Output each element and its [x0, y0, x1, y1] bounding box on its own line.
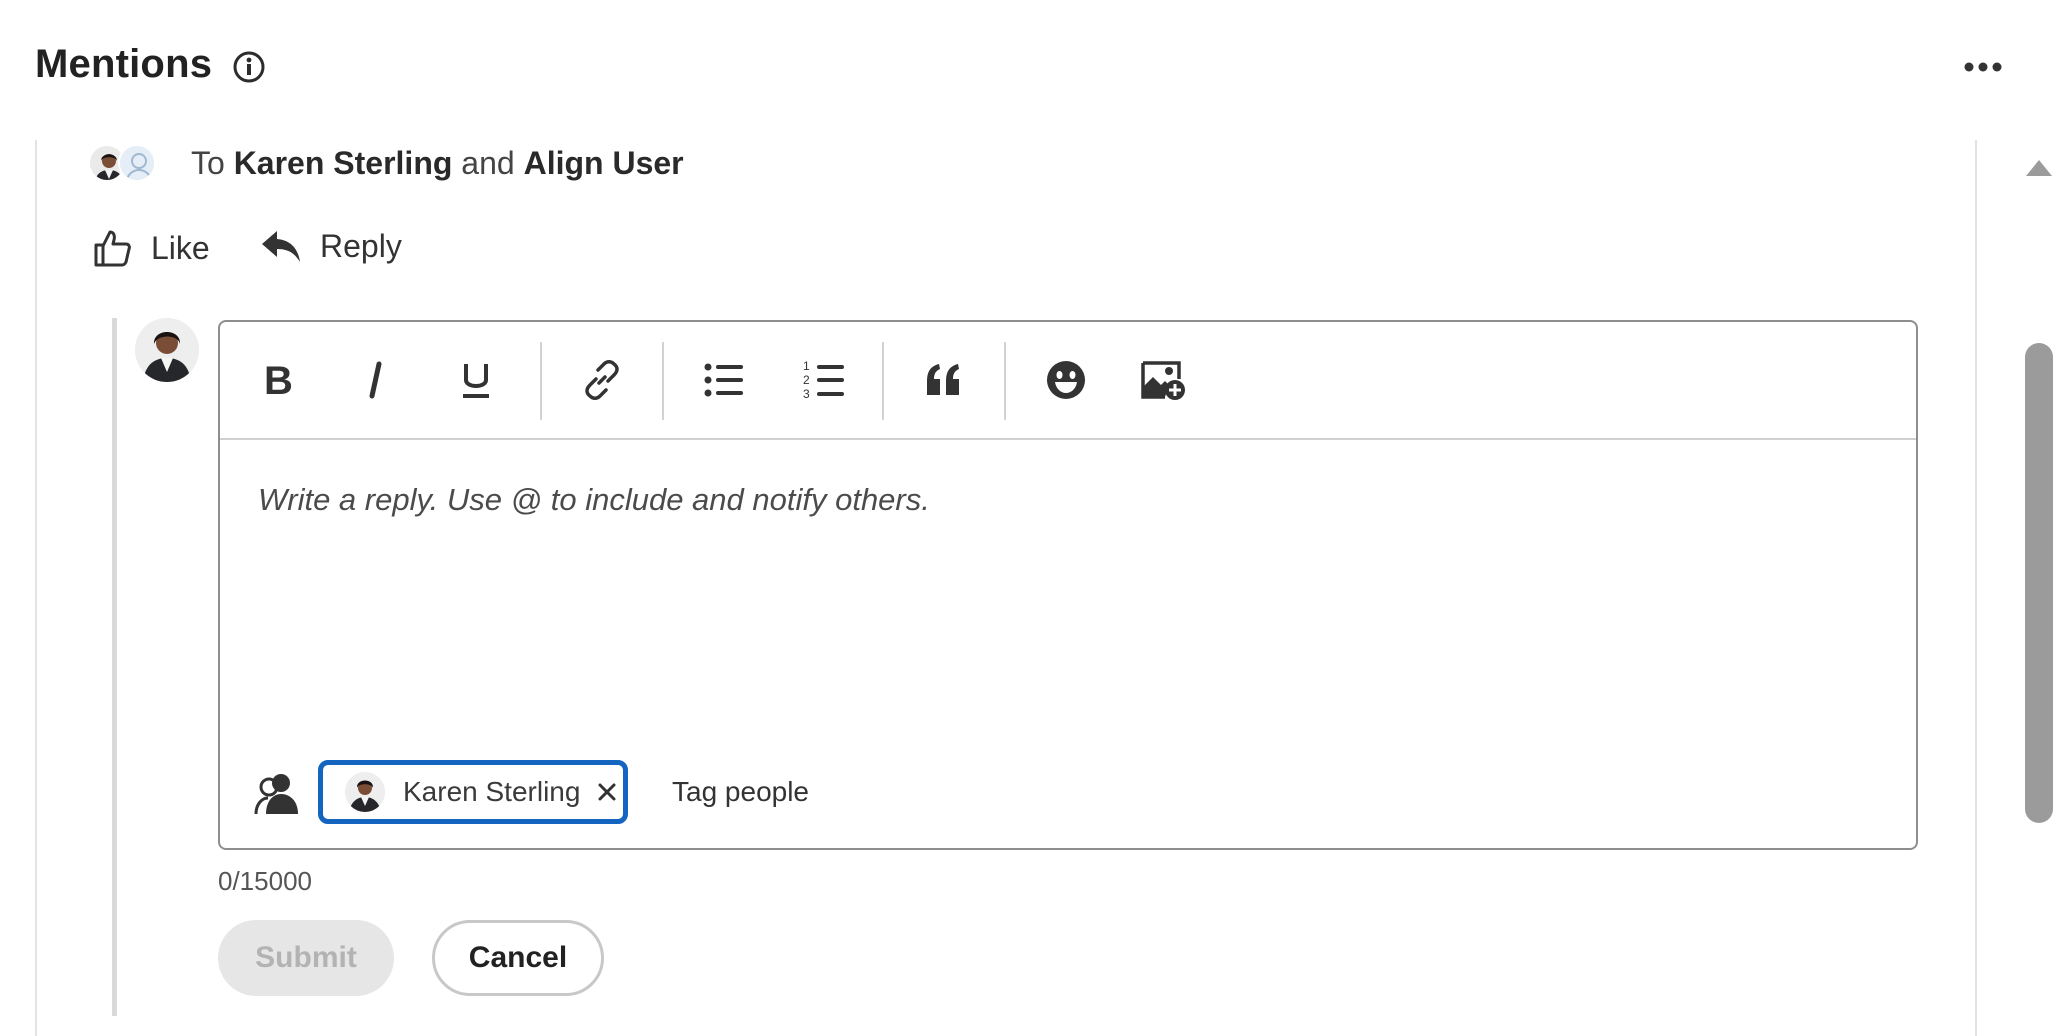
character-counter: 0/15000 — [218, 866, 312, 896]
quote-icon — [927, 364, 959, 395]
tagged-person-name: Karen Sterling — [403, 776, 581, 807]
emoji-button[interactable] — [1038, 352, 1094, 408]
numbered-list-button[interactable]: 1 2 3 — [796, 352, 852, 408]
reply-editor: B 1 2 3 Write a reply. Use @ to include … — [218, 320, 1918, 850]
like-button[interactable]: Like — [93, 228, 210, 268]
recipient-name: Align User — [523, 145, 684, 181]
reply-input-placeholder[interactable]: Write a reply. Use @ to include and noti… — [258, 482, 930, 518]
scroll-up-arrow-icon[interactable] — [2024, 156, 2054, 178]
bullet-list-icon — [704, 363, 743, 397]
to-prefix: To — [191, 145, 225, 181]
toolbar-divider — [1004, 342, 1006, 420]
insert-image-button[interactable] — [1136, 352, 1192, 408]
reply-icon — [262, 230, 300, 262]
bold-button[interactable]: B — [250, 352, 306, 408]
bullet-list-button[interactable] — [696, 352, 752, 408]
conjunction: and — [461, 145, 515, 181]
info-icon[interactable] — [232, 50, 266, 84]
svg-text:3: 3 — [803, 387, 810, 401]
tagged-person-chip[interactable]: Karen Sterling — [318, 760, 628, 824]
emoji-icon — [1047, 361, 1085, 399]
close-icon — [598, 783, 616, 801]
panel-header: Mentions — [0, 0, 2067, 135]
submit-button[interactable]: Submit — [218, 920, 394, 996]
numbered-list-icon: 1 2 3 — [803, 359, 844, 401]
toolbar-divider — [882, 342, 884, 420]
remove-tag-button[interactable] — [594, 779, 620, 805]
scrollbar-thumb[interactable] — [2025, 343, 2053, 823]
reply-label: Reply — [320, 228, 402, 264]
recipients-line: To Karen Sterling and Align User — [191, 145, 684, 182]
link-button[interactable] — [574, 352, 630, 408]
thread-indicator — [112, 318, 117, 1016]
tag-people-input[interactable]: Tag people — [672, 776, 809, 808]
svg-text:B: B — [264, 361, 293, 399]
svg-text:2: 2 — [803, 373, 810, 387]
thumbs-up-icon — [94, 230, 131, 267]
formatting-toolbar: B 1 2 3 — [220, 322, 1916, 440]
people-icon — [254, 774, 298, 815]
avatar — [345, 772, 385, 812]
italic-icon — [369, 361, 382, 399]
quote-button[interactable] — [916, 352, 972, 408]
more-horizontal-icon[interactable] — [1962, 52, 2004, 82]
recipient-name: Karen Sterling — [233, 145, 453, 181]
like-label: Like — [151, 229, 210, 266]
italic-button[interactable] — [348, 352, 404, 408]
image-add-icon — [1141, 361, 1185, 400]
underline-icon — [463, 364, 489, 398]
reply-button[interactable]: Reply — [260, 228, 402, 265]
avatar-placeholder — [118, 144, 156, 182]
current-user-avatar — [135, 318, 199, 382]
svg-text:1: 1 — [803, 359, 810, 373]
recipient-avatars — [88, 144, 160, 184]
toolbar-divider — [662, 342, 664, 420]
underline-button[interactable] — [448, 352, 504, 408]
toolbar-divider — [540, 342, 542, 420]
link-icon — [585, 360, 619, 400]
page-title: Mentions — [35, 42, 213, 86]
bold-icon: B — [264, 361, 293, 399]
cancel-button[interactable]: Cancel — [432, 920, 604, 996]
